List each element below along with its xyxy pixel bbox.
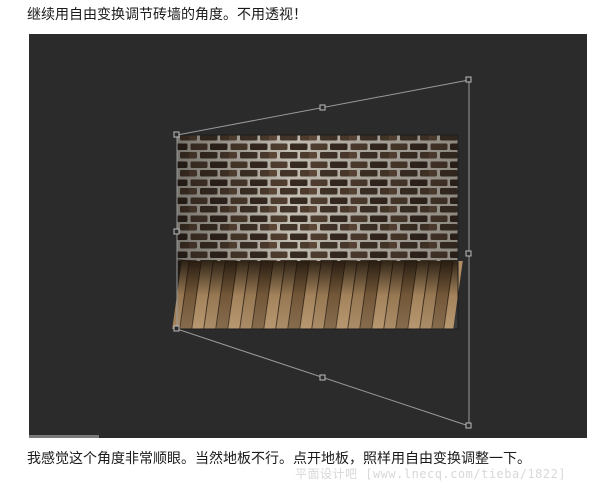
- handle-bottom-left[interactable]: [173, 325, 180, 332]
- canvas-scrollbar[interactable]: [29, 435, 587, 438]
- handle-bottom-middle[interactable]: [319, 374, 326, 381]
- handle-middle-left[interactable]: [173, 228, 180, 235]
- brick-wall-image[interactable]: [172, 134, 463, 330]
- watermark-text: 平面设计吧 [www.lnecq.com/tieba/1822]: [295, 467, 567, 481]
- photoshop-canvas[interactable]: [29, 34, 587, 438]
- handle-top-middle[interactable]: [319, 104, 326, 111]
- instruction-text-top: 继续用自由变换调节砖墙的角度。不用透视！: [27, 7, 307, 23]
- handle-middle-right[interactable]: [465, 250, 472, 257]
- handle-bottom-right[interactable]: [465, 422, 472, 429]
- handle-top-right[interactable]: [465, 76, 472, 83]
- blog-post-step: 继续用自由变换调节砖墙的角度。不用透视！ 我感觉这个角度非常顺眼。当然地板不行。…: [0, 0, 614, 490]
- canvas-drawing: [172, 76, 472, 429]
- handle-top-left[interactable]: [173, 131, 180, 138]
